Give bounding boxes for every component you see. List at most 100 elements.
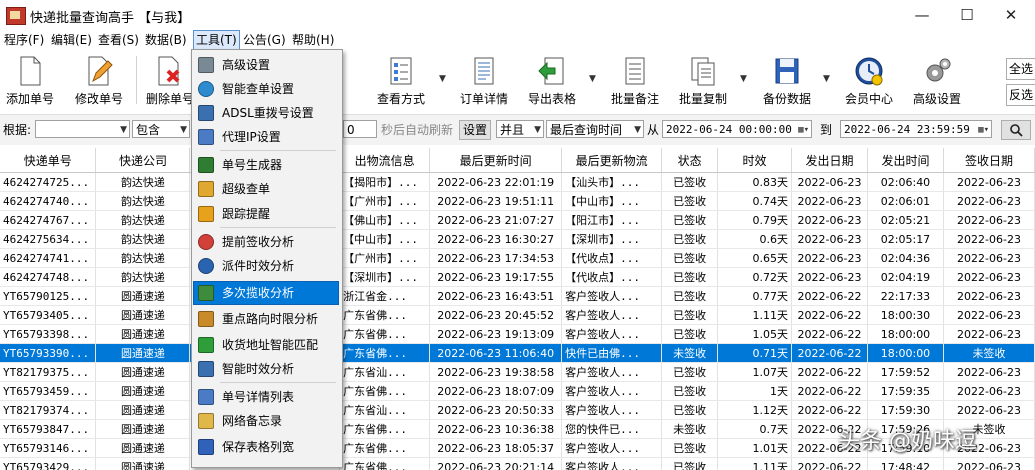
list-icon: [198, 389, 214, 405]
delete-order-button[interactable]: 删除单号: [144, 52, 194, 108]
member-center-button[interactable]: 会员中心: [840, 52, 898, 108]
col-ship-time[interactable]: 发出时间: [867, 148, 944, 173]
menu-item-pie-chart[interactable]: 提前签收分析: [194, 231, 338, 253]
toolbar-separator: [136, 56, 137, 104]
close-button[interactable]: ✕: [996, 4, 1026, 26]
table-cell: 2022-06-23: [791, 229, 868, 249]
match-mode-select[interactable]: 包含 ▼: [132, 120, 190, 138]
menu-edit[interactable]: 编辑(E): [49, 31, 94, 49]
checklist-icon: [390, 57, 412, 85]
menu-notice[interactable]: 公告(G): [241, 31, 288, 49]
menu-item-network[interactable]: ADSL重拨号设置: [194, 102, 338, 124]
table-row[interactable]: 4624274741... 韵达快递 【广州市】... 2022-06-23 17:3…: [0, 248, 1035, 268]
time-field-select[interactable]: 最后查询时间 ▼: [546, 120, 644, 138]
table-cell: 2022-06-23 16:43:51: [429, 286, 563, 306]
menu-item-check[interactable]: 收货地址智能匹配: [194, 334, 338, 356]
table-cell: 2022-06-23: [943, 305, 1035, 325]
table-row[interactable]: 4624274748... 韵达快递 【深圳市】... 2022-06-23 19:1…: [0, 267, 1035, 287]
copy-dropdown-arrow[interactable]: ▼: [740, 74, 747, 84]
menu-item-list[interactable]: 单号详情列表: [194, 386, 338, 408]
col-origin-info[interactable]: 出物流信息: [339, 148, 431, 173]
menu-tools[interactable]: 工具(T): [193, 30, 240, 50]
minimize-button[interactable]: —: [907, 4, 937, 26]
search-button[interactable]: [1001, 120, 1031, 140]
col-tracking-number[interactable]: 快递单号: [0, 148, 97, 173]
menu-data[interactable]: 数据(B): [143, 31, 189, 49]
table-row[interactable]: 4624274740... 韵达快递 【广州市】... 2022-06-23 19:5…: [0, 191, 1035, 211]
menu-item-gear[interactable]: 高级设置: [194, 54, 338, 76]
menu-item-memo[interactable]: 网络备忘录: [194, 410, 338, 432]
menu-item-bar-chart[interactable]: 智能时效分析: [194, 358, 338, 380]
menu-item-truck[interactable]: 单号生成器: [194, 154, 338, 176]
filter-field-select[interactable]: ▼: [35, 120, 130, 138]
table-cell: 22:17:33: [867, 286, 944, 306]
menu-item-folder[interactable]: 超级查单: [194, 178, 338, 200]
menu-item-label: 派件时效分析: [222, 259, 295, 273]
table-cell: 2022-06-23 18:05:37: [429, 438, 563, 458]
table-cell: 02:06:01: [867, 191, 944, 211]
set-button[interactable]: 设置: [459, 120, 491, 140]
toolbar: 添加单号 修改单号 删除单号 查看方式 ▼ 订单详情 导出表格 ▼ 批量备注 批…: [0, 50, 1035, 112]
menu-item-chart[interactable]: 重点路向时限分析: [194, 308, 338, 330]
table-cell: 2022-06-23: [943, 400, 1035, 420]
select-all-button[interactable]: 全选: [1006, 58, 1035, 80]
refresh-interval-input[interactable]: 0: [343, 120, 377, 138]
table-cell: 18:00:00: [867, 343, 944, 363]
menu-item-globe[interactable]: 智能查单设置: [194, 78, 338, 100]
table-row[interactable]: 4624274767... 韵达快递 【佛山市】... 2022-06-23 21:0…: [0, 210, 1035, 230]
view-mode-button[interactable]: 查看方式: [372, 52, 430, 108]
table-cell: 2022-06-23: [791, 191, 868, 211]
menu-item-bell[interactable]: 跟踪提醒: [194, 203, 338, 225]
col-status[interactable]: 状态: [661, 148, 719, 173]
order-detail-button[interactable]: 订单详情: [456, 52, 512, 108]
menu-item-label: 单号生成器: [222, 158, 283, 172]
view-mode-dropdown-arrow[interactable]: ▼: [439, 74, 446, 84]
batch-copy-button[interactable]: 批量复制: [674, 52, 732, 108]
to-datetime-input[interactable]: 2022-06-24 23:59:59 ▦▾: [840, 120, 992, 138]
batch-note-button[interactable]: 批量备注: [606, 52, 664, 108]
col-last-update-time[interactable]: 最后更新时间: [429, 148, 563, 173]
menu-program[interactable]: 程序(F): [2, 31, 46, 49]
from-datetime-input[interactable]: 2022-06-24 00:00:00 ▦▾: [662, 120, 812, 138]
clock-icon: [198, 258, 214, 274]
logic-select[interactable]: 并且 ▼: [496, 120, 544, 138]
advanced-settings-button[interactable]: 高级设置: [908, 52, 966, 108]
col-ship-date[interactable]: 发出日期: [791, 148, 868, 173]
table-row[interactable]: 4624274725... 韵达快递 【揭阳市】... 2022-06-23 22:0…: [0, 172, 1035, 192]
table-row[interactable]: YT65793398... 圆通速递 广东省佛... 2022-06-23 19:13…: [0, 324, 1035, 344]
backup-data-button[interactable]: 备份数据: [759, 52, 815, 108]
table-row[interactable]: YT82179374... 圆通速递 广东省汕... 2022-06-23 20:50…: [0, 400, 1035, 420]
menu-item-trend[interactable]: 多次揽收分析: [193, 281, 339, 305]
chevron-down-icon: ▼: [180, 125, 187, 135]
table-row[interactable]: YT65790125... 圆通速递 浙江省金... 2022-06-23 16:43…: [0, 286, 1035, 306]
table-row[interactable]: YT65793390... 圆通速递 广东省佛... 2022-06-23 11:06…: [0, 343, 1035, 363]
col-signed-date[interactable]: 签收日期: [943, 148, 1035, 173]
menu-item-label: 高级设置: [222, 58, 271, 72]
table-row[interactable]: YT65793459... 圆通速递 广东省佛... 2022-06-23 18:07…: [0, 381, 1035, 401]
table-row[interactable]: YT65793405... 圆通速递 广东省佛... 2022-06-23 20:45…: [0, 305, 1035, 325]
table-row[interactable]: 4624275634... 韵达快递 【中山市】... 2022-06-23 16:3…: [0, 229, 1035, 249]
col-last-update-logistics[interactable]: 最后更新物流: [561, 148, 663, 173]
menu-item-proxy[interactable]: 代理IP设置: [194, 126, 338, 148]
menu-item-label: 收货地址智能匹配: [222, 338, 319, 352]
invert-selection-button[interactable]: 反选: [1006, 84, 1035, 106]
table-row[interactable]: YT82179375... 圆通速递 广东省汕... 2022-06-23 19:38…: [0, 362, 1035, 382]
table-row[interactable]: YT65793429... 圆通速递 广东省佛... 2022-06-23 20:21…: [0, 457, 1035, 470]
menu-help[interactable]: 帮助(H): [290, 31, 336, 49]
backup-dropdown-arrow[interactable]: ▼: [823, 74, 830, 84]
table-cell: 广东省佛...: [339, 324, 431, 344]
calendar-dropdown-icon[interactable]: ▦▾: [798, 121, 809, 139]
calendar-dropdown-icon[interactable]: ▦▾: [978, 121, 989, 139]
menu-view[interactable]: 查看(S): [96, 31, 141, 49]
edit-order-button[interactable]: 修改单号: [70, 52, 128, 108]
export-table-button[interactable]: 导出表格: [523, 52, 581, 108]
col-duration[interactable]: 时效: [717, 148, 793, 173]
menu-item-save[interactable]: 保存表格列宽: [194, 436, 338, 458]
add-order-button[interactable]: 添加单号: [2, 52, 58, 108]
maximize-button[interactable]: ☐: [952, 4, 982, 26]
menu-item-clock[interactable]: 派件时效分析: [194, 255, 338, 277]
table-cell: 2022-06-23: [791, 210, 868, 230]
export-dropdown-arrow[interactable]: ▼: [589, 74, 596, 84]
table-cell: 1天: [717, 381, 793, 401]
col-carrier[interactable]: 快递公司: [95, 148, 191, 173]
